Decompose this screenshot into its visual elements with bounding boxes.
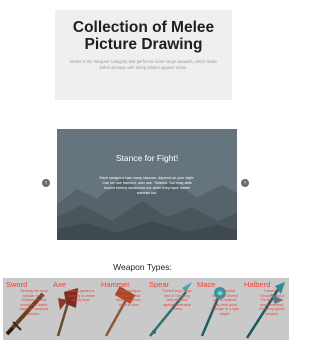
chevron-right-icon: › bbox=[244, 180, 246, 186]
weapon-description: Famed long range fast of Thrusting very … bbox=[162, 289, 192, 312]
weapon-card-hammer[interactable]: Hammer Heavy weapon that can break enemy… bbox=[98, 278, 146, 340]
weapon-name: Sword bbox=[6, 280, 28, 289]
chevron-left-icon: ‹ bbox=[45, 180, 47, 186]
weapon-card-halberd[interactable]: Halberd Famed to Thrusting fast & Thrust… bbox=[241, 278, 289, 340]
weapon-name: Mace bbox=[197, 280, 216, 289]
stance-slider: Stance for Fight! Each weapons has many … bbox=[57, 129, 237, 240]
weapon-description: Famed to Thrusting fast & Thrusting also… bbox=[259, 289, 285, 316]
weapon-card-axe[interactable]: Axe Blades gained a cleaving to create h… bbox=[50, 278, 98, 340]
weapon-description: Bearing the most popular melee weapon, d… bbox=[19, 289, 49, 316]
weapon-description: Heavy weapon that can break enemy defens… bbox=[116, 289, 142, 307]
weapon-card-mace[interactable]: Mace Dual combat weapon. Enemy can be ba… bbox=[194, 278, 242, 340]
weapon-types-heading: Weapon Types: bbox=[113, 262, 172, 272]
weapon-name: Spear bbox=[149, 280, 170, 289]
weapon-name: Halberd bbox=[244, 280, 271, 289]
weapon-name: Hammer bbox=[101, 280, 130, 289]
hero-banner: Collection of Melee Picture Drawing Mele… bbox=[55, 10, 232, 100]
page-title: Collection of Melee Picture Drawing bbox=[72, 19, 215, 53]
slide-title: Stance for Fight! bbox=[115, 153, 179, 163]
weapon-description: Blades gained a cleaving to create heavy… bbox=[66, 289, 96, 303]
weapon-cards: Sword Bearing the most popular melee wea… bbox=[3, 278, 289, 340]
weapon-card-spear[interactable]: Spear Famed long range fast of Thrusting… bbox=[146, 278, 194, 340]
weapon-name: Axe bbox=[53, 280, 66, 289]
slide-text: Each weapons has many stances, depend on… bbox=[99, 176, 195, 195]
slider-prev-button[interactable]: ‹ bbox=[42, 179, 50, 187]
hero-description: Melee is the Weapon Category that perfor… bbox=[69, 59, 218, 70]
slider-next-button[interactable]: › bbox=[241, 179, 249, 187]
weapon-description: Dual combat weapon. Enemy can be bashed,… bbox=[211, 289, 239, 316]
weapon-card-sword[interactable]: Sword Bearing the most popular melee wea… bbox=[3, 278, 51, 340]
